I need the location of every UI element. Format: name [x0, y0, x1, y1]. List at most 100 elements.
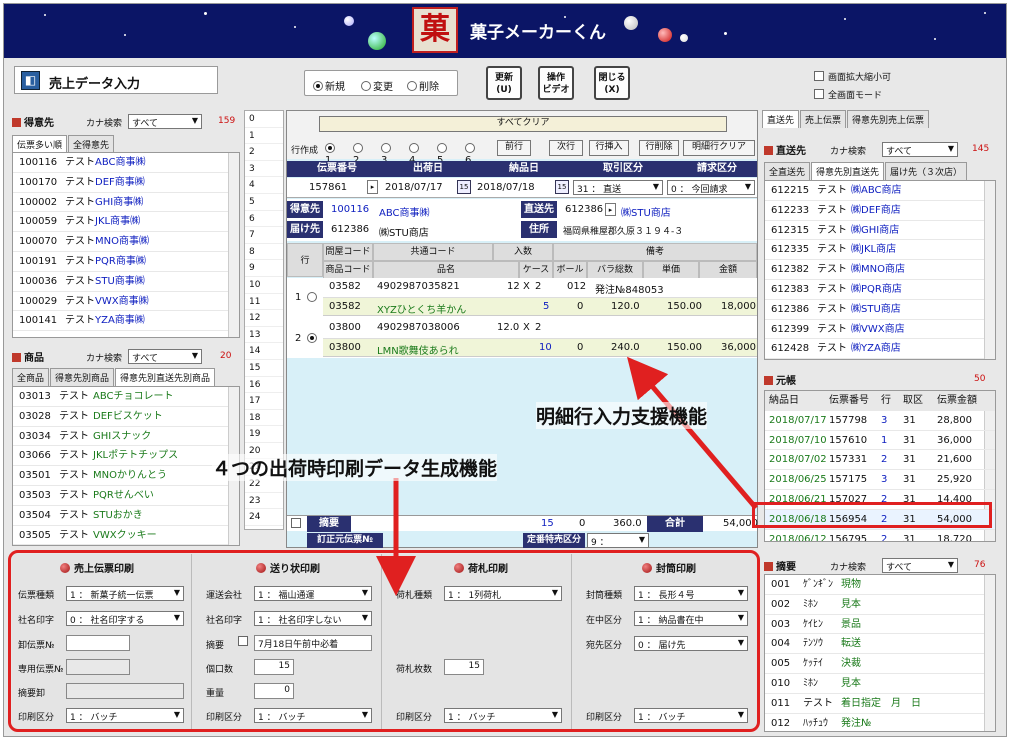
customer-row[interactable]: 100029 テスト VWX商事㈱	[13, 292, 239, 312]
tokui-code[interactable]: 100116	[331, 204, 369, 215]
line-2-radio[interactable]	[307, 333, 319, 345]
memo-kana-select[interactable]: すべて ▼	[882, 558, 958, 573]
product-row[interactable]: 03503 テスト PQRせんべい	[13, 486, 239, 506]
direct-name[interactable]: ㈱STU商店	[621, 204, 671, 219]
line-1-price: 150.00	[667, 301, 702, 312]
insert-row-button[interactable]: 行挿入	[589, 140, 629, 156]
direct-title: 直送先	[764, 142, 806, 157]
customer-row[interactable]: 100170 テスト DEF商事㈱	[13, 173, 239, 193]
ledger-row[interactable]: 2018/06/25 157175 3 31 25,920	[765, 470, 995, 490]
line-2-ball[interactable]: 0	[577, 342, 583, 353]
row-number: 3	[245, 161, 283, 178]
product-row[interactable]: 03066 テスト JKLポテトチップス	[13, 446, 239, 467]
direct-row[interactable]: 612383 テスト ㈱PQR商店	[765, 280, 995, 300]
tab-product-all[interactable]: 全商品	[12, 368, 50, 386]
tab-customer-frequent[interactable]: 伝票多い順	[12, 135, 68, 153]
direct-row[interactable]: 612315 テスト ㈱GHI商店	[765, 221, 995, 241]
col-wholesale: 問屋コード	[323, 243, 373, 261]
customer-row[interactable]: 100002 テスト GHI商事㈱	[13, 193, 239, 213]
ledger-row[interactable]: 2018/07/17 157798 3 31 28,800	[765, 411, 995, 431]
ledger-row[interactable]: 2018/07/02 157331 2 31 21,600	[765, 450, 995, 471]
delete-row-button[interactable]: 行削除	[639, 140, 679, 156]
deliver-date[interactable]: 2018/07/18	[477, 182, 535, 193]
col-price: 単価	[643, 261, 699, 279]
ledger-row[interactable]: 2018/07/10 157610 1 31 36,000	[765, 431, 995, 451]
line-2-case[interactable]: 10	[539, 342, 552, 353]
bill-select[interactable]: 0 ： 今回請求 ▼	[667, 180, 755, 195]
memo-row[interactable]: 001 ｹﾞﾝｷﾞﾝ 現物	[765, 575, 995, 595]
product-row[interactable]: 03013 テスト ABCチョコレート	[13, 387, 239, 407]
customer-kana-select[interactable]: すべて ▼	[128, 114, 202, 129]
direct-row[interactable]: 612382 テスト ㈱MNO商店	[765, 260, 995, 280]
next-row-button[interactable]: 次行	[549, 140, 583, 156]
fixed-select[interactable]: 9 ： ▼	[587, 533, 649, 548]
direct-spinner[interactable]: ▸	[605, 203, 616, 216]
direct-kana-select[interactable]: すべて ▼	[882, 142, 958, 157]
clear-all-button[interactable]: すべてクリア	[319, 116, 727, 132]
direct-code[interactable]: 612386	[565, 204, 603, 215]
direct-row[interactable]: 612428 テスト ㈱YZA商店	[765, 339, 995, 359]
line-1-ball[interactable]: 0	[577, 301, 583, 312]
product-kana-select[interactable]: すべて ▼	[128, 349, 202, 364]
product-row[interactable]: 03034 テスト GHIスナック	[13, 427, 239, 447]
clear-rows-button[interactable]: 明細行クリア	[683, 140, 755, 156]
customer-row-col-1: テスト	[65, 295, 95, 307]
direct-row[interactable]: 612233 テスト ㈱DEF商店	[765, 201, 995, 221]
fullscreen-checkbox[interactable]: 全画面モード	[814, 88, 882, 101]
product-row[interactable]: 03505 テスト VWXクッキー	[13, 526, 239, 545]
tab-direct-third[interactable]: 届け先（３次店）	[885, 162, 968, 180]
tab-customer-all[interactable]: 全得意先	[68, 135, 115, 153]
product-row[interactable]: 03504 テスト STUおかき	[13, 506, 239, 526]
zoom-checkbox[interactable]: 画面拡大縮小可	[814, 70, 891, 83]
slip-number-spinner[interactable]: ▸	[367, 180, 378, 194]
memo-row[interactable]: 011 テスト 着日指定 月 日	[765, 694, 995, 714]
customer-row[interactable]: 100141 テスト YZA商事㈱	[13, 311, 239, 332]
update-button[interactable]: 更新 (U)	[486, 66, 522, 100]
direct-row[interactable]: 612335 テスト ㈱JKL商店	[765, 240, 995, 261]
line-1-radio[interactable]	[307, 292, 319, 304]
ship-date[interactable]: 2018/07/17	[385, 182, 443, 193]
mode-delete[interactable]: 削除	[407, 78, 439, 93]
direct-row[interactable]: 612399 テスト ㈱VWX商店	[765, 320, 995, 340]
direct-row[interactable]: 612215 テスト ㈱ABC商店	[765, 181, 995, 201]
tab-sales-slip[interactable]: 売上伝票	[800, 110, 847, 128]
tab-direct[interactable]: 直送先	[762, 110, 800, 128]
deliver-calendar-icon[interactable]: 15	[555, 180, 569, 194]
memo-row[interactable]: 002 ﾐﾎﾝ 見本	[765, 595, 995, 615]
tab-customer-sales-slip[interactable]: 得意先別売上伝票	[847, 110, 930, 128]
customer-row[interactable]: 100116 テスト ABC商事㈱	[13, 153, 239, 173]
memo-row[interactable]: 005 ｹｯﾃｲ 決裁	[765, 654, 995, 674]
direct-row[interactable]: 612386 テスト ㈱STU商店	[765, 300, 995, 320]
ship-calendar-icon[interactable]: 15	[457, 180, 471, 194]
line-2-wholesale: 03800	[329, 322, 361, 333]
customer-row[interactable]: 100191 テスト PQR商事㈱	[13, 252, 239, 272]
tab-direct-customer[interactable]: 得意先別直送先	[811, 162, 885, 180]
customer-row[interactable]: 100059 テスト JKL商事㈱	[13, 212, 239, 233]
tab-direct-all[interactable]: 全直送先	[764, 162, 811, 180]
product-row[interactable]: 03028 テスト DEFビスケット	[13, 407, 239, 427]
memo-row[interactable]: 010 ﾐﾎﾝ 見本	[765, 674, 995, 694]
memo-row[interactable]: 003 ｹｲﾋﾝ 景品	[765, 615, 995, 635]
mode-new[interactable]: 新規	[313, 78, 345, 93]
tokui-name[interactable]: ABC商事㈱	[379, 204, 430, 219]
memo-row[interactable]: 012 ﾊｯﾁｭｳ 発注№	[765, 714, 995, 731]
prev-row-button[interactable]: 前行	[497, 140, 531, 156]
trade-select[interactable]: 31 ： 直送 ▼	[573, 180, 663, 195]
ledger-head-1: 伝票番号	[829, 395, 869, 406]
col-row: 行	[287, 243, 323, 277]
customer-row[interactable]: 100036 テスト STU商事㈱	[13, 272, 239, 292]
callout-print: ４つの出荷時印刷データ生成機能	[212, 454, 498, 481]
product-row-col-2: GHIスナック	[93, 430, 152, 442]
summary-checkbox[interactable]	[291, 518, 305, 530]
ledger-cell-0: 2018/07/02	[769, 454, 827, 466]
mode-edit[interactable]: 変更	[361, 78, 393, 93]
ledger-row[interactable]: 2018/06/12 156795 2 31 18,720	[765, 530, 995, 541]
product-row[interactable]: 03501 テスト MNOかりんとう	[13, 466, 239, 486]
close-button[interactable]: 閉じる (X)	[594, 66, 630, 100]
customer-row[interactable]: 100070 テスト MNO商事㈱	[13, 232, 239, 252]
line-1-case[interactable]: 5	[543, 301, 549, 312]
memo-row[interactable]: 004 ﾃﾝｿｳ 転送	[765, 634, 995, 655]
tab-product-customer[interactable]: 得意先別商品	[50, 368, 115, 386]
tab-product-direct[interactable]: 得意先別直送先別商品	[115, 368, 216, 386]
video-button[interactable]: 操作 ビデオ	[538, 66, 574, 100]
